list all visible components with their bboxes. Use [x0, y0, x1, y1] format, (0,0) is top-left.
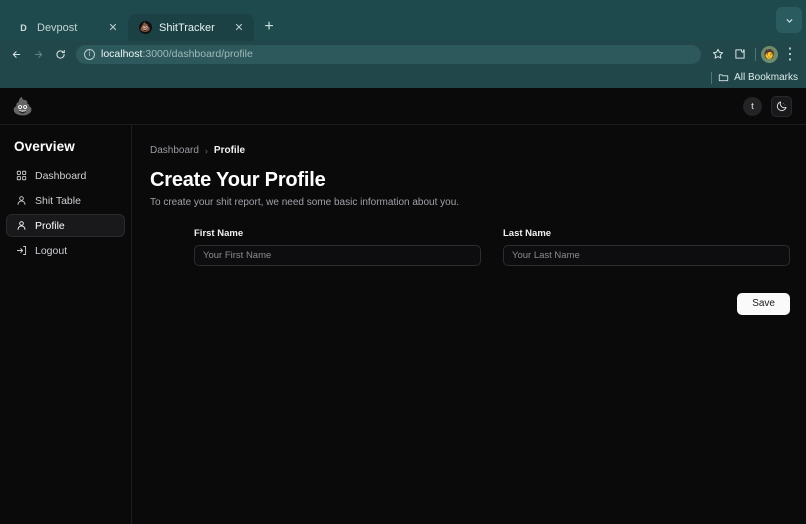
bookmarks-bar: All Bookmarks — [0, 67, 806, 88]
sidebar-item-logout[interactable]: Logout — [6, 239, 125, 262]
sidebar-item-shit-table[interactable]: Shit Table — [6, 189, 125, 212]
breadcrumb-parent[interactable]: Dashboard — [150, 145, 199, 156]
app-header: 💩 t — [0, 88, 806, 125]
browser-toolbar: i localhost:3000/dashboard/profile 🧑 ⋮ — [0, 41, 806, 67]
first-name-input[interactable] — [194, 245, 481, 266]
tab-close-icon[interactable]: ✕ — [232, 21, 246, 35]
browser-window: D Devpost ✕ 💩 ShitTracker ✕ + i localhos… — [0, 0, 806, 524]
folder-icon — [718, 74, 729, 82]
url-host: localhost — [101, 48, 143, 60]
last-name-field-group: Last Name — [503, 228, 790, 266]
header-actions: t — [743, 95, 792, 117]
sidebar-item-label: Profile — [35, 219, 65, 232]
tab-favicon-shittracker: 💩 — [139, 21, 152, 34]
page-subtitle: To create your shit report, we need some… — [150, 197, 460, 208]
all-bookmarks-label: All Bookmarks — [734, 72, 798, 83]
user-initial-badge[interactable]: t — [743, 96, 762, 116]
last-name-label: Last Name — [503, 228, 552, 239]
breadcrumb: Dashboard › Profile — [150, 145, 806, 156]
new-tab-button[interactable]: + — [256, 14, 282, 40]
extensions-puzzle-icon[interactable] — [730, 44, 750, 64]
form-actions: Save — [194, 293, 790, 315]
sidebar: Overview Dashboard Shit Table Profile Lo… — [0, 125, 132, 524]
back-icon[interactable] — [6, 44, 26, 64]
tab-title: ShitTracker — [159, 21, 215, 34]
browser-tab-shittracker[interactable]: 💩 ShitTracker ✕ — [128, 14, 254, 41]
site-info-icon[interactable]: i — [84, 48, 95, 60]
profile-form: First Name Last Name — [194, 228, 790, 266]
logout-icon — [15, 245, 27, 257]
user-icon — [15, 195, 27, 207]
address-bar[interactable]: i localhost:3000/dashboard/profile — [76, 44, 701, 64]
page-body: Overview Dashboard Shit Table Profile Lo… — [0, 125, 806, 524]
sidebar-item-dashboard[interactable]: Dashboard — [6, 164, 125, 187]
url-path: :3000/dashboard/profile — [142, 48, 253, 60]
sidebar-item-label: Dashboard — [35, 169, 87, 182]
sidebar-item-label: Logout — [35, 244, 68, 257]
all-bookmarks-button[interactable]: All Bookmarks — [718, 72, 798, 83]
url-text: localhost:3000/dashboard/profile — [101, 48, 253, 60]
page-title: Create Your Profile — [150, 169, 326, 191]
main-content: Dashboard › Profile Create Your Profile … — [132, 125, 806, 524]
sidebar-item-label: Shit Table — [35, 194, 81, 207]
grid-icon — [15, 170, 27, 182]
bookmark-star-icon[interactable] — [708, 44, 728, 64]
reload-icon[interactable] — [50, 44, 70, 64]
first-name-field-group: First Name — [194, 228, 481, 266]
sidebar-heading: Overview — [14, 139, 75, 154]
tab-strip: D Devpost ✕ 💩 ShitTracker ✕ + — [0, 0, 806, 41]
theme-toggle-moon-icon[interactable] — [771, 95, 792, 117]
last-name-input[interactable] — [503, 245, 790, 266]
first-name-label: First Name — [194, 228, 244, 239]
browser-menu-icon[interactable]: ⋮ — [780, 44, 800, 64]
tab-favicon-devpost: D — [20, 22, 27, 33]
web-page: 💩 t Overview Dashboard Shit Table Profil… — [0, 88, 806, 524]
app-logo[interactable]: 💩 — [12, 98, 33, 115]
save-button[interactable]: Save — [737, 293, 790, 315]
user-icon — [15, 220, 27, 232]
browser-tab-devpost[interactable]: D Devpost ✕ — [6, 14, 128, 41]
sidebar-item-profile[interactable]: Profile — [6, 214, 125, 237]
tab-close-icon[interactable]: ✕ — [106, 21, 120, 35]
bookmarks-divider — [711, 71, 713, 84]
forward-icon — [28, 44, 48, 64]
breadcrumb-separator-icon: › — [204, 145, 208, 156]
profile-avatar[interactable]: 🧑 — [761, 45, 778, 63]
tab-search-chevron-down-icon[interactable] — [776, 7, 802, 33]
breadcrumb-current: Profile — [213, 145, 246, 156]
tab-title: Devpost — [37, 21, 78, 34]
toolbar-divider — [755, 47, 756, 61]
